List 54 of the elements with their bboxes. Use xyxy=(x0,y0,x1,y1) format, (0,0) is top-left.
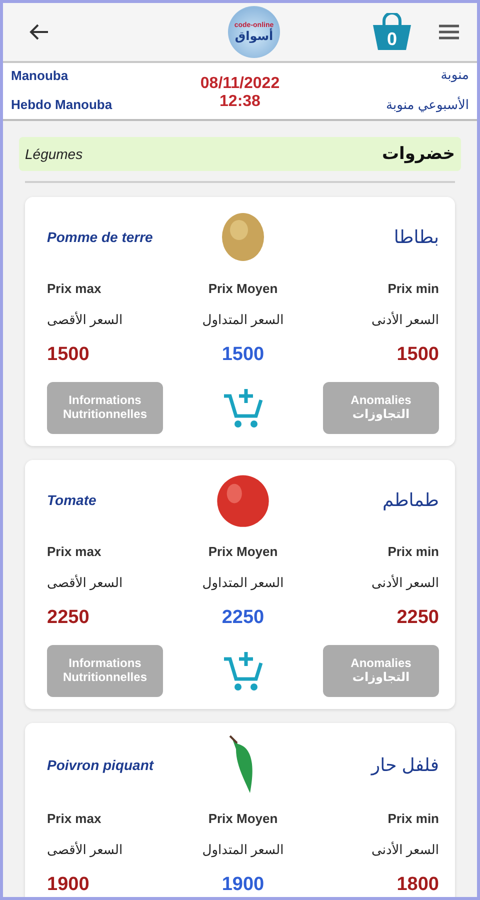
average-price: 1500 xyxy=(222,344,264,366)
max-price-label-arabic: السعر الأقصى xyxy=(47,575,123,591)
min-price-label-arabic: السعر الأدنى xyxy=(372,575,439,591)
tomato-image xyxy=(214,472,271,528)
max-price-label: Prix max xyxy=(47,281,102,296)
min-price: 1500 xyxy=(396,344,439,366)
back-button[interactable] xyxy=(29,23,49,41)
menu-icon xyxy=(439,24,459,40)
add-to-cart-icon xyxy=(222,650,263,692)
max-price-label: Prix max xyxy=(47,811,102,826)
average-price-label-arabic: السعر المتداول xyxy=(202,842,284,858)
average-price-label-arabic: السعر المتداول xyxy=(202,575,284,591)
min-price-label-arabic: السعر الأدنى xyxy=(372,312,439,328)
add-to-cart-button[interactable] xyxy=(222,650,263,692)
shopping-bag-button[interactable]: 0 xyxy=(371,13,413,51)
min-price-label: Prix min xyxy=(388,811,439,826)
product-name-arabic: فلفل حار xyxy=(371,754,439,776)
product-name-arabic: بطاطا xyxy=(394,226,439,248)
category-name: Légumes xyxy=(25,146,83,162)
nutrition-info-button[interactable]: Informations Nutritionnelles xyxy=(47,645,163,697)
market-name-arabic: منوبة xyxy=(440,67,469,83)
market-type: Hebdo Manouba xyxy=(11,97,112,112)
product-name-arabic: طماطم xyxy=(382,490,439,510)
market-type-arabic: الأسبوعي منوبة xyxy=(386,97,469,113)
min-price: 1800 xyxy=(396,874,439,896)
average-price-label: Prix Moyen xyxy=(208,811,278,826)
nutrition-info-button[interactable]: Informations Nutritionnelles xyxy=(47,382,163,434)
category-name-arabic: خضروات xyxy=(382,144,455,164)
max-price: 2250 xyxy=(47,607,90,629)
max-price: 1500 xyxy=(47,344,90,366)
min-price-label: Prix min xyxy=(388,281,439,296)
min-price: 2250 xyxy=(396,607,439,629)
max-price-label-arabic: السعر الأقصى xyxy=(47,312,123,328)
average-price: 1900 xyxy=(222,874,264,896)
menu-button[interactable] xyxy=(439,24,459,40)
product-name: Poivron piquant xyxy=(47,757,154,773)
min-price-label-arabic: السعر الأدنى xyxy=(372,842,439,858)
add-to-cart-icon xyxy=(222,387,263,429)
average-price: 2250 xyxy=(222,607,264,629)
average-price-label-arabic: السعر المتداول xyxy=(202,312,284,328)
average-price-label: Prix Moyen xyxy=(208,544,278,559)
max-price-label-arabic: السعر الأقصى xyxy=(47,842,123,858)
average-price-label: Prix Moyen xyxy=(208,281,278,296)
shopping-bag-icon xyxy=(371,13,413,51)
max-price: 1900 xyxy=(47,874,90,896)
time-text: 12:38 xyxy=(220,93,260,111)
max-price-label: Prix max xyxy=(47,544,102,559)
add-to-cart-button[interactable] xyxy=(222,387,263,429)
product-name: Pomme de terre xyxy=(47,229,153,245)
min-price-label: Prix min xyxy=(388,544,439,559)
back-arrow-icon xyxy=(29,23,49,41)
market-name: Manouba xyxy=(11,68,68,83)
product-name: Tomate xyxy=(47,492,96,508)
date-text: 08/11/2022 xyxy=(200,75,280,93)
